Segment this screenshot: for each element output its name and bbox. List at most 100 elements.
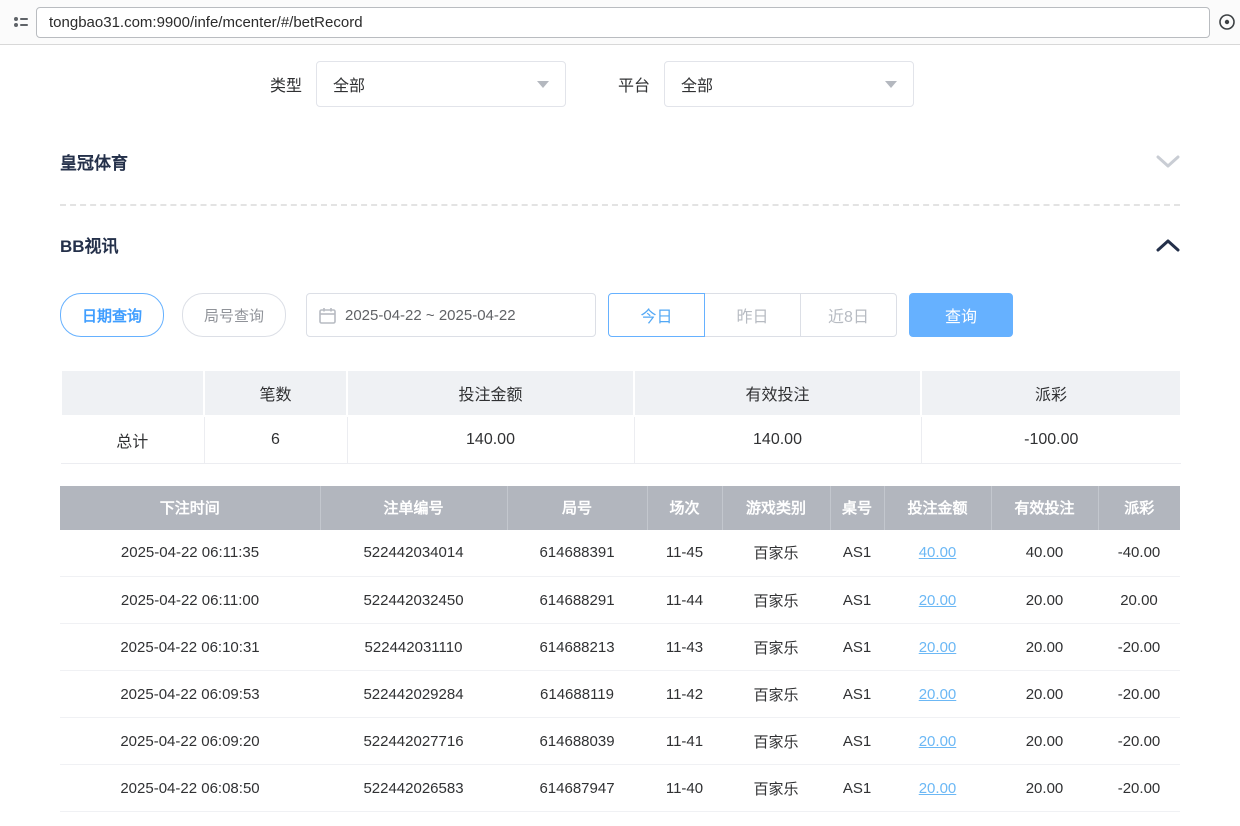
type-select[interactable]: 全部 [316, 61, 566, 107]
cell-payout: -40.00 [1098, 530, 1180, 577]
summary-header-count: 笔数 [204, 370, 347, 416]
summary-total-row: 总计 6 140.00 140.00 -100.00 [61, 416, 1181, 463]
cell-game: 百家乐 [722, 671, 830, 718]
cell-session: 11-41 [647, 718, 722, 765]
col-table: 桌号 [830, 486, 884, 530]
cell-valid: 20.00 [991, 624, 1098, 671]
cell-game: 百家乐 [722, 530, 830, 577]
summary-header-payout: 派彩 [921, 370, 1181, 416]
cell-valid: 40.00 [991, 530, 1098, 577]
cell-valid: 20.00 [991, 718, 1098, 765]
today-button[interactable]: 今日 [608, 293, 705, 337]
cell-table: AS1 [830, 765, 884, 812]
cell-order: 522442034014 [320, 530, 507, 577]
col-session: 场次 [647, 486, 722, 530]
cell-payout: -20.00 [1098, 765, 1180, 812]
search-button[interactable]: 查询 [909, 293, 1013, 337]
cell-valid: 20.00 [991, 671, 1098, 718]
date-range-input[interactable]: 2025-04-22 ~ 2025-04-22 [306, 293, 596, 337]
cell-order: 522442026583 [320, 765, 507, 812]
cell-time: 2025-04-22 06:11:35 [60, 530, 320, 577]
cell-session: 11-44 [647, 577, 722, 624]
url-text: tongbao31.com:9900/infe/mcenter/#/betRec… [49, 14, 363, 31]
chevron-up-icon[interactable] [1156, 238, 1180, 252]
table-row: 2025-04-22 06:10:31 522442031110 6146882… [60, 624, 1180, 671]
cell-table: AS1 [830, 530, 884, 577]
cell-payout: -20.00 [1098, 671, 1180, 718]
bet-amount-link[interactable]: 20.00 [919, 733, 957, 750]
table-row: 2025-04-22 06:11:00 522442032450 6146882… [60, 577, 1180, 624]
table-row: 2025-04-22 06:09:53 522442029284 6146881… [60, 671, 1180, 718]
address-bar[interactable]: tongbao31.com:9900/infe/mcenter/#/betRec… [36, 7, 1210, 38]
cell-time: 2025-04-22 06:11:00 [60, 577, 320, 624]
yesterday-button[interactable]: 昨日 [704, 293, 801, 337]
crown-sports-title: 皇冠体育 [60, 149, 128, 174]
cell-time: 2025-04-22 06:09:53 [60, 671, 320, 718]
cell-order: 522442031110 [320, 624, 507, 671]
cell-round: 614688119 [507, 671, 647, 718]
cell-session: 11-45 [647, 530, 722, 577]
col-payout: 派彩 [1098, 486, 1180, 530]
summary-header-bet: 投注金额 [347, 370, 634, 416]
col-valid: 有效投注 [991, 486, 1098, 530]
section-bb-video[interactable]: BB视讯 [60, 206, 1180, 279]
last-8-days-button[interactable]: 近8日 [800, 293, 897, 337]
col-order: 注单编号 [320, 486, 507, 530]
cell-game: 百家乐 [722, 765, 830, 812]
bet-amount-link[interactable]: 20.00 [919, 686, 957, 703]
chevron-down-icon[interactable] [1156, 155, 1180, 169]
cell-payout: -20.00 [1098, 718, 1180, 765]
cell-session: 11-43 [647, 624, 722, 671]
browser-bar: tongbao31.com:9900/infe/mcenter/#/betRec… [0, 0, 1240, 45]
bet-amount-link[interactable]: 20.00 [919, 780, 957, 797]
summary-payout: -100.00 [921, 416, 1181, 463]
browser-extension-icon[interactable] [1218, 13, 1236, 31]
section-crown-sports[interactable]: 皇冠体育 [60, 123, 1180, 196]
cell-valid: 20.00 [991, 577, 1098, 624]
cell-payout: 20.00 [1098, 577, 1180, 624]
query-toolbar: 日期查询 局号查询 2025-04-22 ~ 2025-04-22 今日 昨日 … [60, 293, 1180, 337]
summary-count: 6 [204, 416, 347, 463]
cell-table: AS1 [830, 671, 884, 718]
cell-session: 11-40 [647, 765, 722, 812]
summary-valid: 140.00 [634, 416, 921, 463]
cell-game: 百家乐 [722, 718, 830, 765]
summary-header-blank [61, 370, 204, 416]
platform-select[interactable]: 全部 [664, 61, 914, 107]
cell-table: AS1 [830, 577, 884, 624]
chevron-down-icon [885, 81, 897, 88]
table-header-row: 下注时间 注单编号 局号 场次 游戏类别 桌号 投注金额 有效投注 派彩 [60, 486, 1180, 530]
summary-header-row: 笔数 投注金额 有效投注 派彩 [61, 370, 1181, 416]
round-query-button[interactable]: 局号查询 [182, 293, 286, 337]
summary-bet: 140.00 [347, 416, 634, 463]
date-query-button[interactable]: 日期查询 [60, 293, 164, 337]
filter-row: 类型 全部 平台 全部 [60, 45, 1180, 123]
cell-valid: 20.00 [991, 765, 1098, 812]
bet-amount-link[interactable]: 20.00 [919, 639, 957, 656]
tab-groups-icon[interactable] [10, 11, 32, 33]
summary-table: 笔数 投注金额 有效投注 派彩 总计 6 140.00 140.00 -100.… [60, 369, 1182, 464]
col-time: 下注时间 [60, 486, 320, 530]
col-round: 局号 [507, 486, 647, 530]
cell-round: 614688213 [507, 624, 647, 671]
cell-time: 2025-04-22 06:10:31 [60, 624, 320, 671]
cell-round: 614688391 [507, 530, 647, 577]
calendar-icon [319, 307, 336, 324]
bet-amount-link[interactable]: 40.00 [919, 544, 957, 561]
bet-amount-link[interactable]: 20.00 [919, 592, 957, 609]
table-row: 2025-04-22 06:08:50 522442026583 6146879… [60, 765, 1180, 812]
cell-order: 522442027716 [320, 718, 507, 765]
cell-game: 百家乐 [722, 577, 830, 624]
bet-record-page: 类型 全部 平台 全部 皇冠体育 BB视讯 日期查询 局号查询 [0, 45, 1240, 826]
col-game: 游戏类别 [722, 486, 830, 530]
type-select-value: 全部 [333, 72, 365, 96]
cell-session: 11-42 [647, 671, 722, 718]
cell-table: AS1 [830, 624, 884, 671]
date-range-value: 2025-04-22 ~ 2025-04-22 [345, 307, 516, 324]
col-bet: 投注金额 [884, 486, 991, 530]
platform-label: 平台 [618, 72, 650, 96]
cell-time: 2025-04-22 06:09:20 [60, 718, 320, 765]
cell-order: 522442029284 [320, 671, 507, 718]
cell-table: AS1 [830, 718, 884, 765]
chevron-down-icon [537, 81, 549, 88]
